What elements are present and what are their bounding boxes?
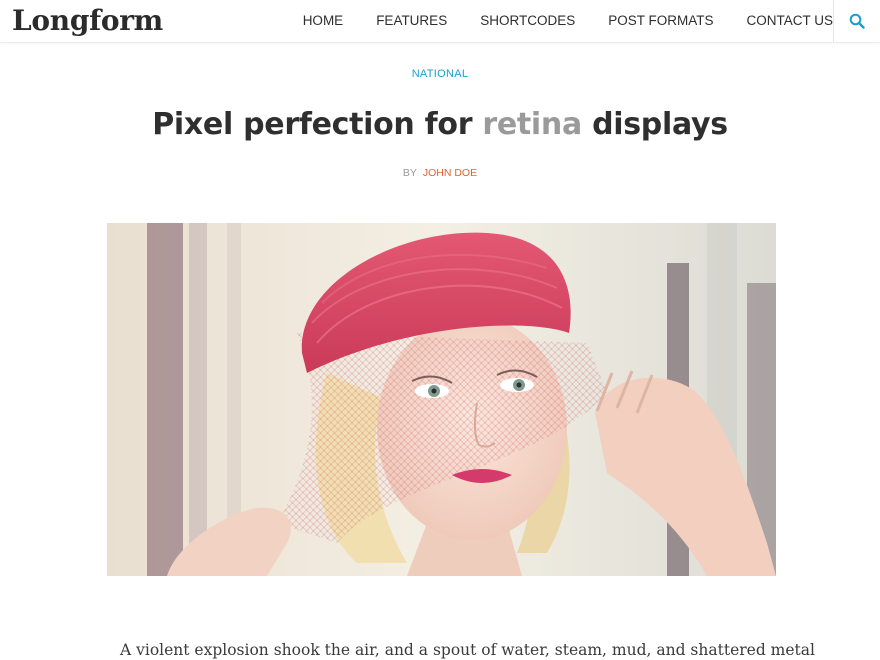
post-title-end: displays — [581, 107, 728, 142]
nav-item-contact-us[interactable]: CONTACT US — [746, 0, 833, 42]
post-title-highlight: retina — [482, 107, 582, 142]
featured-image — [107, 223, 776, 576]
nav-item-home[interactable]: HOME — [303, 0, 344, 42]
byline-label: BY — [402, 167, 417, 179]
featured-photo — [107, 223, 776, 576]
post-category-link[interactable]: NATIONAL — [0, 68, 880, 80]
search-icon — [849, 13, 865, 29]
author-link[interactable]: JOHN DOE — [423, 167, 477, 179]
site-header: Longform HOME FEATURES SHORTCODES POST F… — [0, 0, 880, 43]
main-nav: HOME FEATURES SHORTCODES POST FORMATS CO… — [270, 0, 833, 42]
nav-item-features[interactable]: FEATURES — [376, 0, 447, 42]
nav-item-post-formats[interactable]: POST FORMATS — [608, 0, 713, 42]
post-meta: BY JOHN DOE — [0, 167, 880, 179]
search-button[interactable] — [833, 0, 880, 42]
nav-item-shortcodes[interactable]: SHORTCODES — [480, 0, 575, 42]
post-title-start: Pixel perfection for — [152, 107, 483, 142]
site-logo[interactable]: Longform — [12, 2, 163, 40]
post-body-paragraph: A violent explosion shook the air, and a… — [120, 641, 815, 659]
post-title: Pixel perfection for retina displays — [0, 104, 880, 146]
